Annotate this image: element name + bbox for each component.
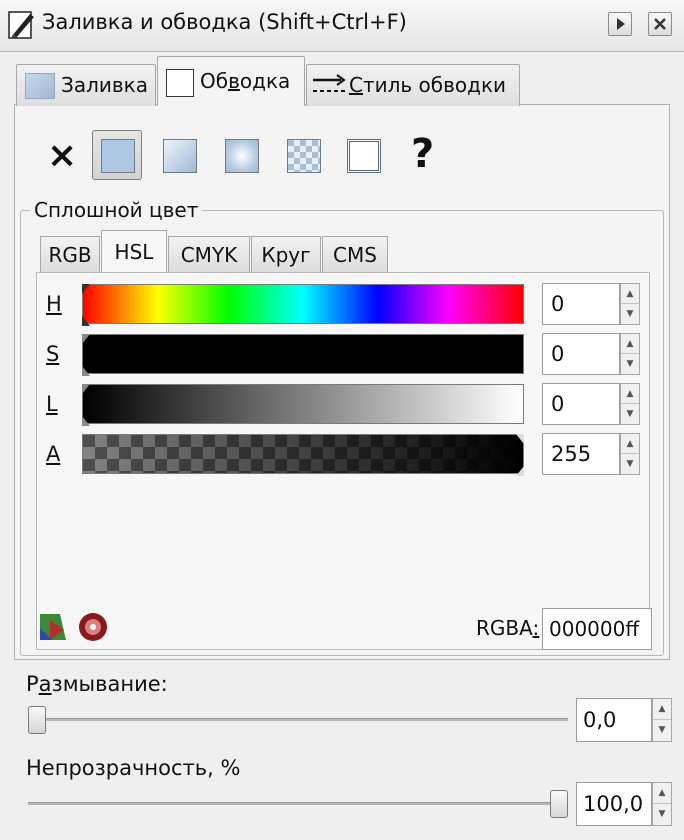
alpha-label: A <box>46 442 61 466</box>
blur-slider-track[interactable] <box>28 718 568 721</box>
tab-hsl[interactable]: HSL <box>101 230 167 272</box>
linear-gradient-icon <box>163 139 197 173</box>
saturation-input[interactable]: 0 <box>542 333 620 375</box>
alpha-decrement-button[interactable]: ▼ <box>621 454 639 474</box>
hue-label: H <box>46 292 62 316</box>
pattern-icon <box>287 139 321 173</box>
tab-rgb[interactable]: RGB <box>40 236 100 272</box>
lightness-label: L <box>46 392 58 416</box>
radial-gradient-icon <box>225 139 259 173</box>
blur-spinner[interactable]: ▲ ▼ <box>652 698 672 742</box>
lightness-decrement-button[interactable]: ▼ <box>621 404 639 424</box>
paint-swatch-button[interactable] <box>338 130 388 180</box>
lightness-spinner[interactable]: ▲ ▼ <box>620 383 640 425</box>
saturation-spinner[interactable]: ▲ ▼ <box>620 333 640 375</box>
opacity-decrement-button[interactable]: ▼ <box>653 804 671 825</box>
rgba-input[interactable]: 000000ff <box>542 608 652 650</box>
saturation-label: S <box>46 342 60 366</box>
lightness-slider[interactable] <box>82 384 524 426</box>
close-icon <box>654 18 666 30</box>
none-x-icon: × <box>47 135 78 176</box>
solid-color-group-title: Сплошной цвет <box>30 198 203 222</box>
blur-input[interactable]: 0,0 <box>576 698 652 742</box>
saturation-marker-icon <box>82 334 90 376</box>
opacity-increment-button[interactable]: ▲ <box>653 783 671 804</box>
lightness-increment-button[interactable]: ▲ <box>621 384 639 404</box>
blur-decrement-button[interactable]: ▼ <box>653 720 671 741</box>
hue-increment-button[interactable]: ▲ <box>621 284 639 304</box>
paint-none-button[interactable]: × <box>36 130 86 180</box>
stroke-style-tab-icon <box>313 74 346 92</box>
paintbrush-icon <box>8 11 34 39</box>
blur-increment-button[interactable]: ▲ <box>653 699 671 720</box>
question-icon: ? <box>411 131 435 177</box>
opacity-input[interactable]: 100,0 <box>576 782 652 826</box>
hue-decrement-button[interactable]: ▼ <box>621 304 639 324</box>
tab-cms[interactable]: CMS <box>322 236 388 272</box>
tab-stroke-style[interactable]: Стиль обводки <box>306 64 520 106</box>
stroke-paint-tab-icon <box>166 69 194 97</box>
lightness-input[interactable]: 0 <box>542 383 620 425</box>
alpha-increment-button[interactable]: ▲ <box>621 434 639 454</box>
blur-slider-thumb[interactable] <box>28 706 46 734</box>
color-managed-icon[interactable] <box>36 610 70 644</box>
alpha-slider[interactable] <box>82 434 524 476</box>
alpha-spinner[interactable]: ▲ ▼ <box>620 433 640 475</box>
tab-fill-label: Заливка <box>61 73 148 97</box>
opacity-spinner[interactable]: ▲ ▼ <box>652 782 672 826</box>
saturation-increment-button[interactable]: ▲ <box>621 334 639 354</box>
fill-tab-icon <box>25 73 55 99</box>
opacity-label: Непрозрачность, % <box>26 756 241 780</box>
opacity-slider-thumb[interactable] <box>550 790 568 818</box>
title-bar: Заливка и обводка (Shift+Ctrl+F) <box>0 0 684 52</box>
window-title: Заливка и обводка (Shift+Ctrl+F) <box>42 10 407 34</box>
rgba-label: RGBA: <box>476 616 540 640</box>
paint-linear-gradient-button[interactable] <box>154 130 204 180</box>
paint-unset-button[interactable]: ? <box>398 130 448 180</box>
hue-spinner[interactable]: ▲ ▼ <box>620 283 640 325</box>
out-of-gamut-icon[interactable] <box>76 610 110 644</box>
paint-flat-color-button[interactable] <box>92 130 142 180</box>
swatch-icon <box>347 139 381 173</box>
saturation-slider[interactable] <box>82 334 524 376</box>
tab-cmyk[interactable]: CMYK <box>168 236 250 272</box>
close-button[interactable] <box>648 12 672 36</box>
flat-color-icon <box>101 139 135 173</box>
paint-radial-gradient-button[interactable] <box>216 130 266 180</box>
hue-marker-icon <box>82 284 90 326</box>
tab-stroke-style-label: Стиль обводки <box>349 73 507 97</box>
tab-wheel[interactable]: Круг <box>251 236 321 272</box>
saturation-decrement-button[interactable]: ▼ <box>621 354 639 374</box>
hue-slider[interactable] <box>82 284 524 326</box>
alpha-input[interactable]: 255 <box>542 433 620 475</box>
lightness-marker-icon <box>82 384 90 426</box>
dock-button[interactable] <box>608 12 632 36</box>
opacity-slider-track[interactable] <box>28 802 568 805</box>
tab-stroke-paint[interactable]: Обводка <box>157 56 305 106</box>
alpha-marker-icon <box>516 434 524 476</box>
paint-pattern-button[interactable] <box>278 130 328 180</box>
play-icon <box>617 18 625 30</box>
tab-fill[interactable]: Заливка <box>16 64 156 106</box>
hue-input[interactable]: 0 <box>542 283 620 325</box>
blur-label: Размывание: <box>26 672 168 696</box>
tab-stroke-paint-label: Обводка <box>200 69 291 93</box>
